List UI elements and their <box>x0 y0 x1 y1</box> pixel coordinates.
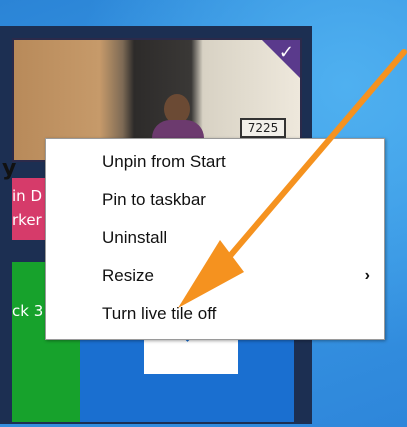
menu-item-unpin-from-start[interactable]: Unpin from Start <box>46 145 384 179</box>
checkmark-icon: ✓ <box>278 42 294 63</box>
menu-item-label: Unpin from Start <box>102 152 226 171</box>
menu-item-turn-live-tile-off[interactable]: Turn live tile off <box>46 297 384 331</box>
menu-item-uninstall[interactable]: Uninstall <box>46 221 384 255</box>
menu-item-label: Resize <box>102 266 154 285</box>
menu-item-label: Turn live tile off <box>102 304 217 323</box>
menu-item-label: Uninstall <box>102 228 168 247</box>
green-tile-label: ck 3 <box>12 302 44 320</box>
tile-edge: y <box>0 38 16 424</box>
menu-item-resize[interactable]: Resize › <box>46 259 384 293</box>
menu-item-label: Pin to taskbar <box>102 190 206 209</box>
context-menu: Unpin from Start Pin to taskbar Uninstal… <box>45 138 385 340</box>
menu-item-pin-to-taskbar[interactable]: Pin to taskbar <box>46 183 384 217</box>
door-number: 7225 <box>240 118 286 138</box>
submenu-chevron-icon: › <box>364 267 370 284</box>
